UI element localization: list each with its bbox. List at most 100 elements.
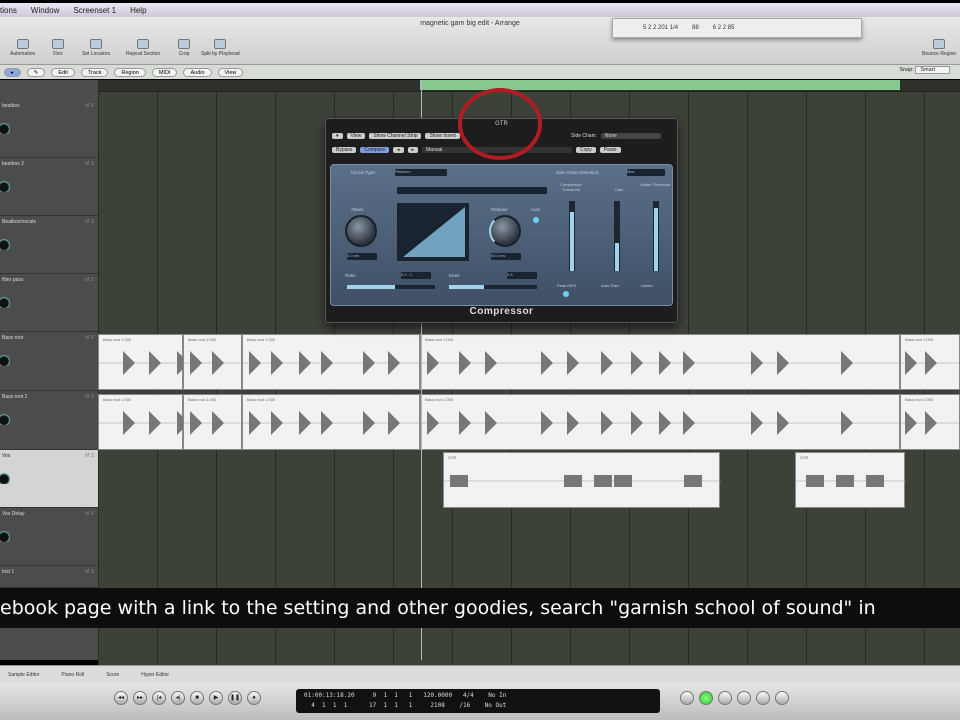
mute-solo-buttons[interactable]: M S [85, 219, 94, 225]
sc-detection-select[interactable]: Max [627, 169, 665, 176]
preset-menu[interactable]: ▾ [332, 133, 343, 139]
ratio-value[interactable]: 4.0 : 1 [401, 272, 431, 279]
transport-button[interactable]: ● [247, 691, 261, 705]
menu-item-screenset[interactable]: Screenset 1 [73, 6, 116, 15]
transport-button[interactable]: ▶ [209, 691, 223, 705]
tuner-button[interactable] [775, 691, 789, 705]
tab-score[interactable]: Score [106, 672, 119, 678]
track-header[interactable]: Beatbox/vocals M S [0, 216, 98, 274]
view-menu[interactable]: View [346, 133, 366, 139]
track-header[interactable]: beatbox 2 M S [0, 158, 98, 216]
tab-piano-roll[interactable]: Piano Roll [61, 672, 84, 678]
transport-button[interactable]: |◂ [152, 691, 166, 705]
menu-track[interactable]: Track [80, 67, 109, 77]
audio-region[interactable]: Bass root 1.000 [98, 334, 184, 390]
attack-knob[interactable] [345, 215, 377, 247]
snap-control[interactable]: Snap: Smart [899, 66, 950, 74]
compare-button[interactable]: Compare [360, 147, 389, 153]
ratio-slider[interactable] [347, 285, 435, 289]
audio-region[interactable]: Bass root 1.000 [900, 394, 960, 450]
pointer-tool[interactable]: ▸ [4, 67, 21, 77]
menu-midi[interactable]: MIDI [151, 67, 178, 77]
transport-button[interactable]: ❚❚ [228, 691, 242, 705]
track-header[interactable]: Inst 1 M S [0, 566, 98, 600]
menu-region[interactable]: Region [114, 67, 146, 77]
auto-release-toggle[interactable] [533, 217, 539, 223]
mute-solo-buttons[interactable]: M S [85, 394, 94, 400]
paste-button[interactable]: Paste [599, 147, 621, 153]
tab-sample-editor[interactable]: Sample Editor [8, 672, 39, 678]
circuit-type-select[interactable]: Platinum [395, 169, 447, 176]
prev-preset-button[interactable]: ◂ [392, 147, 404, 153]
click-button[interactable] [756, 691, 770, 705]
tab-hyper-editor[interactable]: Hyper Editor [141, 672, 169, 678]
mute-solo-buttons[interactable]: M S [85, 453, 94, 459]
release-value[interactable]: 40.0 ms [491, 253, 521, 260]
mute-solo-buttons[interactable]: M S [85, 161, 94, 167]
replace-button[interactable] [699, 691, 713, 705]
knee-value[interactable]: 0.8 [507, 272, 537, 279]
transport-button[interactable]: ◂| [171, 691, 185, 705]
audio-region[interactable]: GTR [795, 452, 906, 508]
automation-button[interactable]: Automation [10, 39, 35, 57]
audio-region[interactable]: Bass root 1.000 [420, 394, 901, 450]
audio-region[interactable]: Bass root 1.000 [242, 334, 421, 390]
menu-view[interactable]: View [217, 67, 244, 77]
audio-region[interactable]: Bass root 1.000 [420, 334, 901, 390]
mute-solo-buttons[interactable]: M S [85, 569, 94, 575]
audio-region[interactable]: Bass root 1.000 [242, 394, 421, 450]
ratio-label: Ratio [345, 273, 356, 278]
track-header[interactable]: filter pass M S [0, 274, 98, 332]
release-knob[interactable] [489, 215, 521, 247]
mute-solo-buttons[interactable]: M S [85, 103, 94, 109]
track-list: beatbox M Sbeatbox 2M S Beatbox/vocals M Sf… [0, 80, 98, 660]
show-channel-strip-menu[interactable]: Show Channel Strip [369, 133, 422, 139]
pencil-tool[interactable]: ✎ [26, 67, 46, 77]
audio-region[interactable]: Bass root 1.000 [183, 394, 243, 450]
menu-item[interactable]: tions [0, 6, 17, 15]
track-header[interactable]: Bass root M S [0, 332, 98, 391]
mute-solo-buttons[interactable]: M S [85, 511, 94, 517]
limiter-threshold-fader[interactable] [653, 201, 659, 271]
split-by-playhead-button[interactable]: Split by Playhead [201, 39, 240, 57]
show-insert-menu[interactable]: Show Insert [425, 133, 460, 139]
solo-button[interactable] [718, 691, 732, 705]
transport-button[interactable]: ◂◂ [114, 691, 128, 705]
audio-region[interactable]: Bass root 1.000 [900, 334, 960, 390]
track-header[interactable]: Vox Delay M S [0, 508, 98, 566]
gain-fader[interactable] [614, 201, 620, 271]
repeat-section-button[interactable]: Repeat Section [126, 39, 160, 57]
crop-button[interactable]: Crop [178, 39, 190, 57]
label: Set Locators [82, 51, 111, 57]
mute-solo-buttons[interactable]: M S [85, 335, 94, 341]
comp-threshold-fader[interactable] [569, 201, 575, 271]
bounce-region-button[interactable]: Bounce Region [922, 39, 956, 57]
transport-button[interactable]: ▸▸ [133, 691, 147, 705]
flex-button[interactable]: Flex [52, 39, 64, 57]
knee-slider[interactable] [449, 285, 537, 289]
menu-item-window[interactable]: Window [31, 6, 59, 15]
menu-edit[interactable]: Edit [51, 67, 75, 77]
copy-button[interactable]: Copy [576, 147, 596, 153]
track-header[interactable]: Bass root 2 M S [0, 391, 98, 450]
peak-rms-toggle[interactable] [563, 291, 569, 297]
audio-region[interactable]: Bass root 1.000 [183, 334, 243, 390]
sync-button[interactable] [737, 691, 751, 705]
automation-icon [16, 39, 29, 49]
transport-button[interactable]: ■ [190, 691, 204, 705]
audio-region[interactable]: GTR [443, 452, 721, 508]
menu-item-help[interactable]: Help [130, 6, 146, 15]
audio-region[interactable]: Bass root 1.000 [98, 394, 184, 450]
next-preset-button[interactable]: ▸ [407, 147, 419, 153]
limiter-label: Limiter [641, 283, 654, 288]
snap-select[interactable]: Smart [915, 66, 950, 74]
bypass-button[interactable]: Bypass [332, 147, 357, 153]
track-header[interactable]: Vox M S [0, 450, 98, 508]
cycle-button[interactable] [680, 691, 694, 705]
menu-audio[interactable]: Audio [183, 67, 212, 77]
side-chain-select[interactable]: None [600, 133, 661, 139]
mute-solo-buttons[interactable]: M S [85, 277, 94, 283]
attack-value[interactable]: 5.0 ms [347, 253, 377, 260]
set-locators-button[interactable]: Set Locators [82, 39, 110, 57]
track-header[interactable]: beatbox M S [0, 100, 98, 158]
